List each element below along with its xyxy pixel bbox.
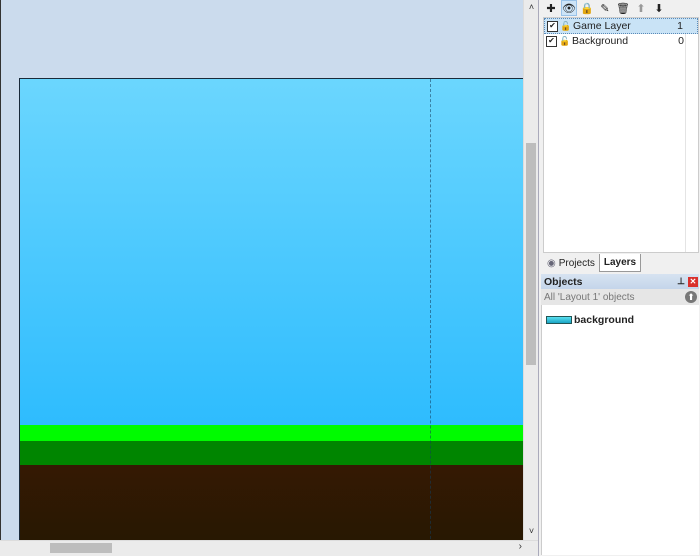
objects-panel-header: Objects ⊥ ✕ xyxy=(541,274,699,289)
projects-icon: ◉ xyxy=(547,257,556,269)
eye-icon[interactable]: 👁 xyxy=(561,0,577,16)
window-boundary-guide xyxy=(430,79,431,540)
pencil-icon[interactable]: ✎ xyxy=(597,0,613,16)
horizontal-scroll-thumb[interactable] xyxy=(50,543,112,553)
object-item-background[interactable]: background xyxy=(546,314,634,326)
layer-name: Game Layer xyxy=(573,20,631,32)
layer-index: 1 xyxy=(677,20,683,32)
scroll-up-icon[interactable]: ˄ xyxy=(524,2,539,12)
dark-grass-strip[interactable] xyxy=(20,441,523,465)
add-layer-icon[interactable]: ✚ xyxy=(543,0,559,16)
panel-tabs: ◉ Projects Layers xyxy=(543,254,642,272)
tab-projects[interactable]: ◉ Projects xyxy=(543,254,599,272)
tiled-background-icon xyxy=(546,316,572,324)
grass-strip[interactable] xyxy=(20,425,523,441)
layer-row-game-layer[interactable]: ✔ 🔓 Game Layer 1 xyxy=(544,18,698,34)
pin-icon[interactable]: ⊥ xyxy=(677,276,685,287)
unlocked-icon[interactable]: 🔓 xyxy=(559,36,570,46)
tab-label: Layers xyxy=(603,257,637,268)
layer-visible-checkbox[interactable]: ✔ xyxy=(547,20,558,32)
object-name: background xyxy=(574,314,635,326)
vertical-scroll-thumb[interactable] xyxy=(526,143,536,365)
vertical-scrollbar[interactable]: ˄ ˅ xyxy=(523,0,538,540)
unlocked-icon[interactable]: 🔓 xyxy=(560,21,571,31)
layout-editor[interactable] xyxy=(0,0,523,540)
layout-canvas[interactable] xyxy=(19,78,523,540)
lock-icon[interactable]: 🔒 xyxy=(579,0,595,16)
sky-background[interactable] xyxy=(20,79,523,425)
horizontal-scrollbar[interactable]: › xyxy=(0,540,538,556)
layer-toolbar: ✚ 👁 🔒 ✎ 🗑 ⬆ ⬇ xyxy=(543,0,667,17)
close-icon[interactable]: ✕ xyxy=(688,276,698,287)
objects-list: background xyxy=(541,305,699,555)
column-divider xyxy=(685,18,686,252)
tab-layers[interactable]: Layers xyxy=(598,254,642,272)
arrow-up-icon[interactable]: ⬆ xyxy=(633,0,649,16)
scroll-right-icon[interactable]: › xyxy=(519,541,522,552)
objects-title: Objects xyxy=(544,275,583,288)
scroll-down-icon[interactable]: ˅ xyxy=(524,526,539,536)
objects-filter-bar: All 'Layout 1' objects ⬆ xyxy=(541,289,699,305)
layer-visible-checkbox[interactable]: ✔ xyxy=(546,35,557,47)
layer-list: ✔ 🔓 Game Layer 1 ✔ 🔓 Background 0 xyxy=(543,17,699,253)
soil-ground[interactable] xyxy=(20,465,523,540)
layer-name: Background xyxy=(572,35,629,47)
layer-index: 0 xyxy=(678,35,684,47)
layer-row-background[interactable]: ✔ 🔓 Background 0 xyxy=(544,34,698,48)
tab-label: Projects xyxy=(558,257,595,269)
folder-up-icon[interactable]: ⬆ xyxy=(685,291,697,303)
trash-icon[interactable]: 🗑 xyxy=(615,0,631,16)
objects-filter-label: All 'Layout 1' objects xyxy=(544,291,635,303)
arrow-down-icon[interactable]: ⬇ xyxy=(651,0,667,16)
right-panel: ✚ 👁 🔒 ✎ 🗑 ⬆ ⬇ ✔ 🔓 Game Layer 1 ✔ 🔓 Backg… xyxy=(538,0,700,556)
